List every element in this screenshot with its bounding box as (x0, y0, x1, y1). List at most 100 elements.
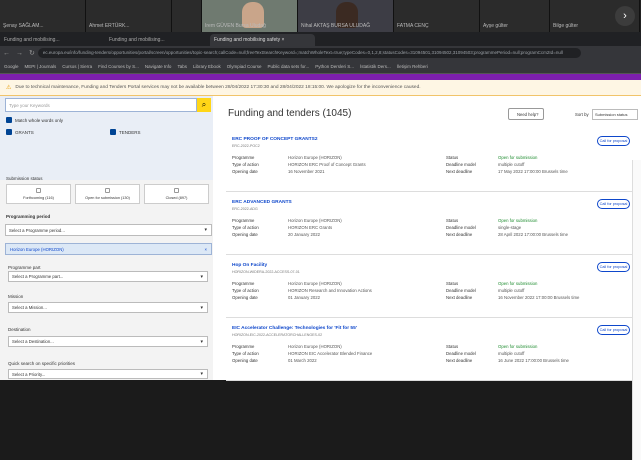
type-label: Type of action (232, 162, 259, 167)
programme-label: Programme (232, 344, 255, 349)
results-panel: Funding and tenders (1045) Need help? So… (226, 96, 641, 381)
browser-tab[interactable]: Funding and mobilising... (105, 34, 210, 46)
type-value: HORIZON ERC Proof of Concept Grants (288, 162, 366, 167)
result-identifier: HORIZON-WIDERA-2022-ACCESS-07-01 (232, 270, 300, 274)
tenders-checkbox[interactable] (110, 129, 116, 135)
search-button[interactable]: ⌕ (197, 98, 211, 112)
status-forthcoming[interactable]: Forthcoming (116) (6, 184, 71, 204)
opening-value: 01 January 2022 (288, 295, 321, 300)
chevron-down-icon: ▾ (200, 304, 203, 311)
bookmark[interactable]: MEPI | Journals (25, 64, 57, 69)
opening-value: 16 November 2021 (288, 169, 325, 174)
result-title[interactable]: ERC PROOF OF CONCEPT GRANTS2 (232, 137, 318, 142)
result-card[interactable]: ERC PROOF OF CONCEPT GRANTS2 ERC-2022-POC… (226, 131, 634, 192)
address-bar: ← → ↻ ec.europa.eu/info/funding-tenders/… (0, 46, 641, 60)
chevron-down-icon: ▾ (200, 371, 203, 377)
chevron-down-icon: ▾ (200, 273, 203, 280)
bookmarks-bar: Google MEPI | Journals Cursos | Sierra F… (0, 60, 641, 74)
funding-portal-page: ⚠ Due to technical maintenance, Funding a… (0, 80, 641, 460)
keyword-search-input[interactable]: Type your Keywords (5, 98, 197, 112)
participant-tile[interactable] (172, 0, 202, 32)
period-title: Programming period (6, 214, 51, 219)
search-icon: ⌕ (201, 100, 207, 109)
bookmark[interactable]: İletişim Rehberi (397, 64, 428, 69)
need-help-button[interactable]: Need help? (508, 108, 544, 120)
sort-select[interactable]: Submission status (592, 109, 638, 120)
next-deadline-value: 17 May 2022 17:00:00 Brussels time (498, 169, 568, 174)
deadline-model-label: Deadline model (446, 225, 476, 230)
bookmark[interactable]: Python Dersleri S... (315, 64, 354, 69)
call-for-proposal-badge[interactable]: Call for proposal (597, 325, 630, 335)
programme-value: Horizon Europe (HORIZON) (288, 218, 342, 223)
url-input[interactable]: ec.europa.eu/info/funding-tenders/opport… (37, 48, 581, 58)
destination-title: Destination (8, 327, 31, 332)
result-title[interactable]: EIC Accelerator Challenge: Technologies … (232, 326, 357, 331)
opening-label: Opening date (232, 232, 258, 237)
browser-tab[interactable]: Funding and mobilising... (0, 34, 105, 46)
bookmark[interactable]: Navigate Info (145, 64, 172, 69)
status-title: Submission status (6, 176, 43, 181)
deadline-model-value: multiple cutoff (498, 162, 525, 167)
participant-tile[interactable]: Şenay SAĞLAM... (0, 0, 86, 32)
browser-tab-bar: Funding and mobilising... Funding and mo… (0, 32, 641, 46)
grants-checkbox[interactable] (6, 129, 12, 135)
tenders-label: TENDERS (119, 130, 141, 135)
participant-tile[interactable]: Ayşe gülter (480, 0, 550, 32)
maintenance-notice: ⚠ Due to technical maintenance, Funding a… (0, 80, 641, 96)
status-closed[interactable]: Closed (897) (144, 184, 209, 204)
result-card[interactable]: Hop On Facility HORIZON-WIDERA-2022-ACCES… (226, 257, 634, 318)
next-deadline-label: Next deadline (446, 295, 473, 300)
result-card[interactable]: EIC Accelerator Challenge: Technologies … (226, 320, 634, 381)
participant-tile[interactable]: Nihal AKTAŞ BURSA ULUDAĞ (298, 0, 394, 32)
bookmark[interactable]: Find Courses by S... (98, 64, 139, 69)
result-identifier: ERC-2022-POC2 (232, 144, 260, 148)
grants-label: GRANTS (15, 130, 34, 135)
participant-tile[interactable]: Ahmet ERTÜRK... (86, 0, 172, 32)
participant-tile[interactable]: Irem GÜVEN Bursa Uludağ (202, 0, 298, 32)
type-label: Type of action (232, 225, 259, 230)
page-scrollbar[interactable] (632, 160, 641, 460)
period-select[interactable]: Select a Programme period... ▾ (5, 224, 212, 236)
programme-value: Horizon Europe (HORIZON) (288, 155, 342, 160)
match-whole-checkbox[interactable] (6, 117, 12, 123)
deadline-model-label: Deadline model (446, 351, 476, 356)
call-for-proposal-badge[interactable]: Call for proposal (597, 262, 630, 272)
call-for-proposal-badge[interactable]: Call for proposal (597, 199, 630, 209)
participant-tile[interactable]: FATMA CENÇ (394, 0, 480, 32)
deadline-model-value: multiple cutoff (498, 288, 525, 293)
status-open[interactable]: Open for submission (130) (75, 184, 140, 204)
type-label: Type of action (232, 288, 259, 293)
next-participants-icon[interactable]: › (615, 6, 635, 26)
next-deadline-value: 16 November 2022 17:00:00 Brussels time (498, 295, 580, 300)
status-label: Status (446, 344, 459, 349)
bookmark[interactable]: Olympiad Course (227, 64, 262, 69)
call-for-proposal-badge[interactable]: Call for proposal (597, 136, 630, 146)
bookmark[interactable]: Google (4, 64, 19, 69)
back-icon[interactable]: ← (3, 50, 10, 57)
chevron-down-icon: ▾ (204, 227, 207, 233)
result-identifier: HORIZON-EIC-2022-ACCELERATORCHALLENGES-0… (232, 333, 323, 337)
reload-icon[interactable]: ↻ (29, 49, 35, 57)
programme-selected-chip[interactable]: Horizon Europe (HORIZON) × (5, 243, 212, 255)
bookmark[interactable]: Tabs (177, 64, 187, 69)
status-value: Open for submission (498, 344, 538, 349)
status-value: Open for submission (498, 155, 538, 160)
priority-select[interactable]: Select a Priority... ▾ (8, 369, 208, 379)
destination-select[interactable]: Select a Destination... ▾ (8, 336, 208, 347)
bookmark[interactable]: Cursos | Sierra (62, 64, 92, 69)
bookmark[interactable]: İstatistik Ders... (360, 64, 391, 69)
bookmark[interactable]: Public data sets for... (268, 64, 310, 69)
result-title[interactable]: ERC ADVANCED GRANTS (232, 200, 292, 205)
result-title[interactable]: Hop On Facility (232, 263, 267, 268)
bookmark[interactable]: Library Ebook (193, 64, 221, 69)
browser-tab-active[interactable]: Funding and mobilising safety × (210, 34, 315, 46)
mission-select[interactable]: Select a Mission... ▾ (8, 302, 208, 313)
programme-part-select[interactable]: Select a Programme part... ▾ (8, 271, 208, 282)
close-icon[interactable]: × (204, 244, 207, 255)
match-whole-label: Match whole words only (15, 118, 64, 123)
result-card[interactable]: ERC ADVANCED GRANTS ERC-2022-ADG Programme… (226, 194, 634, 255)
programme-value: Horizon Europe (HORIZON) (288, 344, 342, 349)
chevron-down-icon: ▾ (200, 338, 203, 345)
checkbox-icon (105, 188, 110, 193)
forward-icon[interactable]: → (16, 50, 23, 57)
